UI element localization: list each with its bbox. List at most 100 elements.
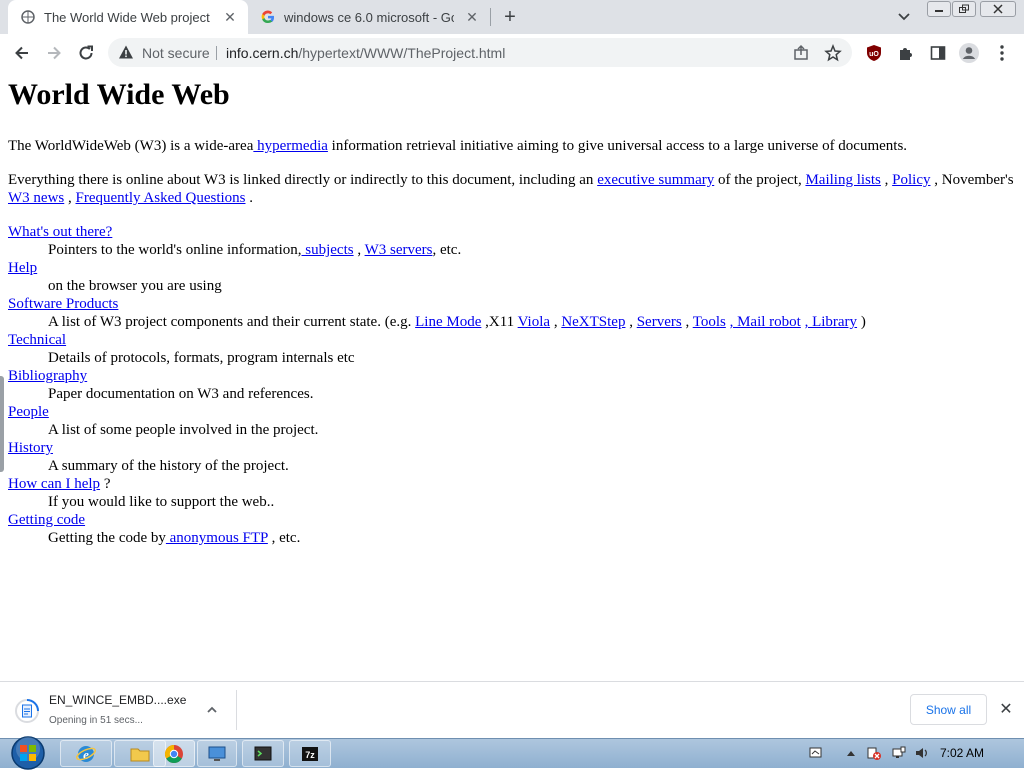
help-description: on the browser you are using xyxy=(48,278,222,294)
hypermedia-link[interactable]: hypermedia xyxy=(253,138,328,154)
whats-out-there-link[interactable]: What's out there? xyxy=(8,223,112,241)
anonymous-ftp-link[interactable]: anonymous FTP xyxy=(166,530,268,546)
subjects-link[interactable]: subjects xyxy=(302,242,353,258)
svg-text:uO: uO xyxy=(869,51,879,58)
w3-news-link[interactable]: W3 news xyxy=(8,190,64,206)
bibliography-link[interactable]: Bibliography xyxy=(8,367,87,385)
address-bar[interactable]: Not secure info.cern.ch/hypertext/WWW/Th… xyxy=(108,38,852,67)
warning-icon[interactable] xyxy=(118,44,134,65)
intro-text: The WorldWideWeb (W3) is a wide-area xyxy=(8,138,254,154)
software-products-link[interactable]: Software Products xyxy=(8,295,118,313)
close-tab-icon[interactable]: ✕ xyxy=(464,9,480,25)
overview-text: , xyxy=(880,172,893,188)
tab-google-search[interactable]: windows ce 6.0 microsoft - Goog ✕ xyxy=(250,0,490,34)
people-link[interactable]: People xyxy=(8,403,49,421)
7zip-icon[interactable]: 7z xyxy=(289,740,331,767)
forward-arrow-icon[interactable] xyxy=(41,40,67,66)
taskbar-clock[interactable]: 7:02 AM xyxy=(940,746,984,760)
browser-menu-icon[interactable] xyxy=(991,42,1013,64)
new-tab-button[interactable]: + xyxy=(498,5,522,29)
w3-servers-link[interactable]: W3 servers xyxy=(365,242,433,258)
side-drag-handle[interactable] xyxy=(0,376,4,472)
description-text: Getting the code by xyxy=(48,530,166,546)
line-mode-link[interactable]: Line Mode xyxy=(415,314,481,330)
how-can-i-help-link[interactable]: How can I help xyxy=(8,476,100,492)
tab-strip: The World Wide Web project ✕ windows ce … xyxy=(0,0,1024,34)
download-shelf: EN_WINCE_EMBD....exe Opening in 51 secs.… xyxy=(0,681,1024,738)
extensions-puzzle-icon[interactable] xyxy=(895,42,917,64)
network-icon[interactable] xyxy=(891,745,907,761)
terminal-icon[interactable] xyxy=(242,740,284,767)
history-link[interactable]: History xyxy=(8,439,53,457)
share-icon[interactable] xyxy=(791,43,811,63)
show-hidden-icons-icon[interactable] xyxy=(843,745,859,761)
people-description: A list of some people involved in the pr… xyxy=(48,422,319,438)
getting-code-description: Getting the code by anonymous FTP , etc. xyxy=(48,529,300,547)
page-content: World Wide Web The WorldWideWeb (W3) is … xyxy=(0,71,1024,681)
download-progress-icon xyxy=(14,698,40,724)
mail-robot-link[interactable]: , Mail robot xyxy=(730,314,801,330)
term-suffix: ? xyxy=(100,476,111,492)
close-tab-icon[interactable]: ✕ xyxy=(222,9,238,25)
how-can-i-help-term: How can I help ? xyxy=(8,475,110,493)
overview-text: , November's xyxy=(930,172,1014,188)
action-center-flag-icon[interactable] xyxy=(808,745,824,761)
overview-text: , xyxy=(64,190,76,206)
windows-start-icon[interactable] xyxy=(10,735,46,771)
how-can-i-help-description: If you would like to support the web.. xyxy=(48,494,275,510)
description-text: A list of W3 project components and thei… xyxy=(48,314,416,330)
minimize-window-icon[interactable] xyxy=(927,1,951,17)
tab-world-wide-web-project[interactable]: The World Wide Web project ✕ xyxy=(8,0,248,34)
windows-taskbar: e 7z 7:02 AM xyxy=(0,735,1024,771)
tab-search-chevron-icon[interactable] xyxy=(893,7,915,27)
nextstep-link[interactable]: NeXTStep xyxy=(561,314,625,330)
description-text: ) xyxy=(857,314,866,330)
close-window-icon[interactable] xyxy=(980,1,1016,17)
chrome-icon[interactable] xyxy=(153,740,195,767)
svg-text:7z: 7z xyxy=(305,750,315,760)
google-icon xyxy=(260,9,276,25)
overview-text: of the project, xyxy=(714,172,806,188)
remote-desktop-icon[interactable] xyxy=(197,740,237,767)
close-icon[interactable]: ✕ xyxy=(997,701,1015,719)
help-link[interactable]: Help xyxy=(8,259,37,277)
overview-text: Everything there is online about W3 is l… xyxy=(8,172,598,188)
description-text: , etc. xyxy=(267,530,301,546)
show-all-button[interactable]: Show all xyxy=(910,694,987,725)
technical-description: Details of protocols, formats, program i… xyxy=(48,350,355,366)
servers-link[interactable]: Servers xyxy=(637,314,682,330)
description-text: , xyxy=(625,314,637,330)
description-text: , xyxy=(550,314,562,330)
technical-link[interactable]: Technical xyxy=(8,331,66,349)
side-panel-icon[interactable] xyxy=(927,42,949,64)
tools-link[interactable]: Tools xyxy=(693,314,726,330)
executive-summary-link[interactable]: executive summary xyxy=(597,172,714,188)
faq-link[interactable]: Frequently Asked Questions xyxy=(76,190,246,206)
internet-explorer-icon[interactable]: e xyxy=(60,740,112,767)
back-arrow-icon[interactable] xyxy=(9,40,35,66)
getting-code-link[interactable]: Getting code xyxy=(8,511,85,529)
software-products-description: A list of W3 project components and thei… xyxy=(48,313,866,331)
overview-text: . xyxy=(245,190,253,206)
url-text[interactable]: info.cern.ch/hypertext/WWW/TheProject.ht… xyxy=(226,45,505,61)
bookmark-star-icon[interactable] xyxy=(823,43,843,63)
network-warning-icon[interactable] xyxy=(866,745,882,761)
chevron-up-icon[interactable] xyxy=(204,702,220,718)
ublock-origin-icon[interactable]: uO xyxy=(863,42,885,64)
reload-icon[interactable] xyxy=(73,40,99,66)
whats-out-there-description: Pointers to the world's online informati… xyxy=(48,241,461,259)
browser-toolbar: Not secure info.cern.ch/hypertext/WWW/Th… xyxy=(0,34,1024,72)
mailing-lists-link[interactable]: Mailing lists xyxy=(805,172,880,188)
address-divider xyxy=(216,46,217,60)
restore-window-icon[interactable] xyxy=(952,1,976,17)
url-host: info.cern.ch xyxy=(226,45,299,61)
description-text: Pointers to the world's online informati… xyxy=(48,242,302,258)
description-text: , xyxy=(681,314,693,330)
policy-link[interactable]: Policy xyxy=(892,172,930,188)
volume-icon[interactable] xyxy=(914,745,930,761)
security-status-label[interactable]: Not secure xyxy=(142,45,210,61)
download-filename[interactable]: EN_WINCE_EMBD....exe xyxy=(49,693,186,707)
library-link[interactable]: , Library xyxy=(805,314,857,330)
viola-link[interactable]: Viola xyxy=(518,314,550,330)
profile-avatar-icon[interactable] xyxy=(958,42,980,64)
